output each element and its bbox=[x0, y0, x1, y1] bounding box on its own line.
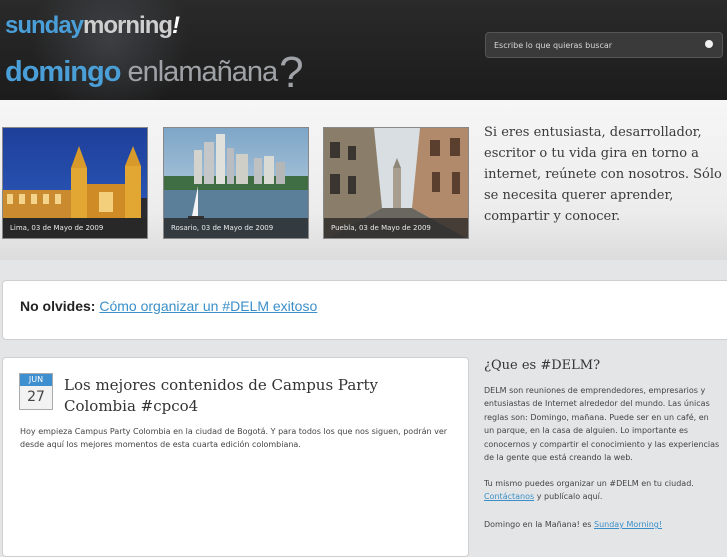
photo-rosario[interactable]: Rosario, 03 de Mayo de 2009 bbox=[163, 127, 309, 239]
sunday-morning-link[interactable]: Sunday Morning! bbox=[594, 520, 662, 529]
logo-enlamanana-word: enlamañana bbox=[127, 56, 278, 88]
post-card: JUN 27 Los mejores contenidos de Campus … bbox=[2, 357, 469, 557]
sidebar-organize: Tu mismo puedes organizar un #DELM en tu… bbox=[484, 477, 720, 504]
post-title[interactable]: Los mejores contenidos de Campus Party C… bbox=[64, 375, 384, 417]
search-box bbox=[485, 32, 723, 58]
contact-link[interactable]: Contáctanos bbox=[484, 492, 534, 501]
logo-bang: ! bbox=[172, 12, 180, 39]
post-month: JUN bbox=[20, 374, 52, 386]
reminder-label: No olvides: bbox=[20, 298, 96, 314]
photo-lima[interactable]: Lima, 03 de Mayo de 2009 bbox=[2, 127, 148, 239]
sidebar-organize-text: Tu mismo puedes organizar un #DELM en tu… bbox=[484, 479, 694, 488]
reminder-line: No olvides: Cómo organizar un #DELM exit… bbox=[20, 298, 317, 314]
sidebar-description: DELM son reuniones de emprendedores, emp… bbox=[484, 386, 720, 463]
reminder-link[interactable]: Cómo organizar un #DELM exitoso bbox=[99, 298, 317, 314]
search-icon[interactable] bbox=[705, 40, 713, 48]
sidebar-organize-tail: y publícalo aquí. bbox=[534, 492, 603, 502]
logo-sunday-morning[interactable]: sundaymorning! bbox=[5, 12, 180, 40]
photo-caption: Rosario, 03 de Mayo de 2009 bbox=[164, 218, 308, 238]
logo-domingo-word: domingo bbox=[5, 56, 121, 88]
photo-caption: Puebla, 03 de Mayo de 2009 bbox=[324, 218, 468, 238]
logo-morning: morning bbox=[83, 12, 173, 39]
logo-domingo[interactable]: domingo enlamañana? bbox=[5, 42, 304, 97]
site-header: sundaymorning! domingo enlamañana? bbox=[0, 0, 727, 100]
photo-caption: Lima, 03 de Mayo de 2009 bbox=[3, 218, 147, 238]
sidebar-footer-text: Domingo en la Mañana! es bbox=[484, 520, 594, 529]
post-day: 27 bbox=[27, 389, 45, 405]
logo-sunday: sunday bbox=[5, 12, 84, 39]
reminder-box: No olvides: Cómo organizar un #DELM exit… bbox=[2, 280, 727, 340]
calendar-icon: JUN 27 bbox=[19, 373, 53, 410]
intro-text: Si eres entusiasta, desarrollador, escri… bbox=[484, 125, 722, 224]
sidebar-footer-line: Domingo en la Mañana! es Sunday Morning! bbox=[484, 518, 720, 531]
search-input[interactable] bbox=[486, 33, 694, 57]
post-body: Hoy empieza Campus Party Colombia en la … bbox=[20, 427, 448, 449]
photo-puebla[interactable]: Puebla, 03 de Mayo de 2009 bbox=[323, 127, 469, 239]
sidebar-title: ¿Que es #DELM? bbox=[484, 358, 601, 373]
logo-question-mark: ? bbox=[279, 48, 304, 97]
